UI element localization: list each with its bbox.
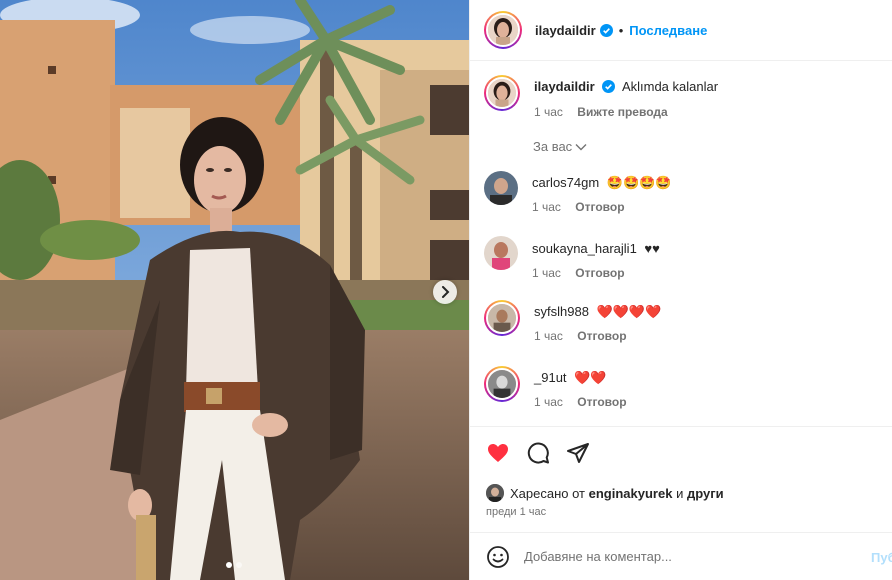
post-actions: Харесано от enginakyurek и други преди 1…	[470, 426, 892, 532]
share-button[interactable]	[566, 441, 590, 465]
commenter-avatar[interactable]	[484, 171, 518, 205]
comment-text: 🤩🤩🤩🤩	[606, 175, 672, 190]
caption-text: Aklımda kalanlar	[621, 79, 719, 94]
commenter-avatar[interactable]	[484, 300, 520, 336]
share-icon	[567, 443, 589, 463]
reply-button[interactable]: Отговор	[577, 329, 626, 343]
commenter-avatar[interactable]	[484, 236, 518, 270]
post-photo[interactable]	[0, 0, 469, 580]
commenter-avatar-image	[484, 236, 518, 270]
see-translation-link[interactable]: Вижте превода	[577, 105, 667, 119]
comment-username[interactable]: soukayna_harajli1	[532, 241, 637, 256]
comments-sort-dropdown[interactable]: За вас	[533, 139, 587, 154]
chevron-right-icon	[442, 286, 450, 298]
carousel-dot	[236, 562, 242, 568]
carousel-dot-active	[226, 562, 232, 568]
post-comment-button[interactable]: Пуб	[871, 550, 892, 565]
emoji-button[interactable]	[486, 545, 510, 569]
comments-sort-label: За вас	[533, 139, 573, 154]
comment-username[interactable]: carlos74gm	[532, 175, 599, 190]
caption-row: ilaydaildir Aklımda kalanlar 1 час Вижте…	[470, 73, 732, 119]
commenter-avatar-image	[488, 370, 516, 398]
likes-summary[interactable]: Харесано от enginakyurek и други	[486, 484, 724, 502]
post-image	[0, 0, 469, 580]
comment-icon	[527, 442, 549, 464]
emoji-icon	[487, 545, 509, 568]
post-details-panel: ilaydaildir • Последване ilaydaildir Akl…	[469, 0, 892, 580]
author-username[interactable]: ilaydaildir	[535, 23, 596, 38]
comment-time: 1 час	[534, 329, 563, 343]
heart-icon	[488, 444, 508, 462]
reply-button[interactable]: Отговор	[575, 266, 624, 280]
likes-prefix: Харесано от	[510, 485, 586, 501]
chevron-down-icon	[575, 143, 587, 150]
comment-username[interactable]: syfslh988	[534, 304, 589, 319]
reply-button[interactable]: Отговор	[575, 200, 624, 214]
comment-time: 1 час	[532, 266, 561, 280]
add-comment-bar: Пуб	[470, 532, 892, 580]
caption-avatar[interactable]	[484, 75, 520, 111]
comment-time: 1 час	[532, 200, 561, 214]
comment-text: ♥♥	[644, 241, 660, 256]
post-timestamp: преди 1 час	[486, 506, 547, 518]
reply-button[interactable]: Отговор	[577, 395, 626, 409]
header-separator: •	[618, 22, 624, 38]
likes-conjunction: и	[676, 485, 684, 501]
comment-row: syfslh988 ❤️❤️❤️❤️ 1 час Отговор	[470, 298, 675, 343]
comment-text: ❤️❤️	[574, 370, 607, 385]
verified-icon	[599, 23, 613, 37]
caption-username[interactable]: ilaydaildir	[534, 79, 595, 94]
commenter-avatar-image	[488, 304, 516, 332]
liker-avatar	[486, 484, 504, 502]
comment-row: soukayna_harajli1 ♥♥ 1 час Отговор	[470, 234, 674, 280]
author-avatar[interactable]	[484, 11, 522, 49]
comment-time: 1 час	[534, 395, 563, 409]
comment-input[interactable]	[524, 549, 844, 564]
next-slide-button[interactable]	[433, 280, 457, 304]
comment-row: _91ut ❤️❤️ 1 час Отговор	[470, 364, 641, 409]
like-button[interactable]	[486, 441, 510, 465]
likes-others-link[interactable]: други	[687, 486, 724, 501]
comment-button[interactable]	[526, 441, 550, 465]
liker-username[interactable]: enginakyurek	[589, 486, 673, 501]
post-header: ilaydaildir • Последване	[470, 0, 892, 61]
follow-button[interactable]: Последване	[629, 23, 707, 38]
comment-text: ❤️❤️❤️❤️	[596, 304, 662, 319]
carousel-indicator	[226, 562, 242, 568]
verified-icon	[602, 80, 616, 93]
comment-username[interactable]: _91ut	[534, 370, 567, 385]
caption-avatar-image	[488, 79, 516, 107]
caption-time: 1 час	[534, 105, 563, 119]
commenter-avatar-image	[484, 171, 518, 205]
commenter-avatar[interactable]	[484, 366, 520, 402]
comments-list[interactable]: ilaydaildir Aklımda kalanlar 1 час Вижте…	[470, 61, 892, 425]
comment-row: carlos74gm 🤩🤩🤩🤩 1 час Отговор	[470, 169, 686, 214]
author-avatar-image	[488, 15, 518, 45]
